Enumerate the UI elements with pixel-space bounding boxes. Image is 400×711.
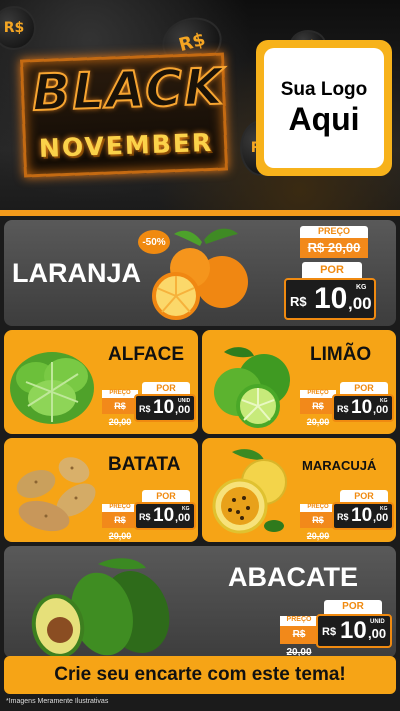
black-november-sign: BLACK NOVEMBER [20, 52, 228, 178]
price-integer: 10 [351, 397, 373, 418]
price-unit: UNID [370, 619, 385, 625]
currency: R$ [337, 404, 349, 414]
price-unit: UNID [178, 398, 191, 404]
avocado-image [31, 558, 170, 658]
coin-icon: R$ [0, 6, 36, 50]
product-name: BATATA [108, 454, 181, 475]
discount-badge: -50% [138, 230, 170, 254]
title-november: NOVEMBER [38, 127, 214, 163]
title-black: BLACK [30, 56, 226, 123]
logo-line1: Sua Logo [280, 79, 368, 100]
logo-placeholder[interactable]: Sua Logo Aqui [256, 40, 392, 176]
lime-image [214, 347, 290, 428]
old-price: R$ 20,00 [102, 398, 138, 427]
preco-label: PREÇO [280, 616, 318, 626]
old-price: R$ 20,00 [280, 626, 318, 658]
preco-label: PREÇO [300, 390, 336, 398]
coin-symbol: R$ [3, 20, 25, 36]
disclaimer: *Imagens Meramente Ilustrativas [6, 698, 109, 705]
preco-label: PREÇO [300, 226, 368, 238]
product-name: MARACUJÁ [302, 458, 377, 473]
price-integer: 10 [153, 505, 175, 526]
old-price: R$ 20,00 [300, 398, 336, 427]
old-price: R$ 20,00 [102, 512, 138, 541]
price-decimal: ,00 [175, 404, 191, 416]
preco-label: PREÇO [102, 390, 138, 398]
divider [0, 210, 400, 216]
currency: R$ [139, 404, 151, 414]
price-integer: 10 [153, 397, 175, 418]
price-integer: 10 [314, 282, 348, 315]
price-unit: KG [380, 398, 388, 404]
cta-banner[interactable]: Crie seu encarte com este tema! [4, 656, 396, 694]
product-name: LARANJA [12, 258, 142, 288]
price-decimal: ,00 [373, 512, 389, 524]
new-price: R$ 10 ,00 KG [134, 502, 196, 530]
por-label: POR [142, 382, 190, 394]
lettuce-image [10, 352, 94, 424]
product-name: LIMÃO [310, 344, 372, 365]
old-price: R$ 20,00 [300, 238, 368, 258]
passion-fruit-image [212, 449, 287, 534]
new-price: R$ 10 ,00 KG [284, 278, 376, 320]
por-label: POR [142, 490, 190, 502]
preco-label: PREÇO [102, 504, 138, 512]
coin-symbol: R$ [176, 28, 208, 56]
por-label: POR [324, 600, 382, 614]
currency: R$ [322, 626, 337, 638]
por-label: POR [340, 382, 388, 394]
price-decimal: ,00 [348, 294, 372, 313]
new-price: R$ 10 ,00 UNID [134, 394, 196, 422]
currency: R$ [290, 294, 307, 309]
potato-image [16, 457, 96, 532]
price-unit: KG [380, 506, 388, 512]
new-price: R$ 10 ,00 UNID [316, 614, 392, 648]
product-card-laranja[interactable]: LARANJA PREÇO R$ 20,00 POR R$ 10 ,00 KG [4, 220, 396, 326]
price-integer: 10 [351, 505, 373, 526]
por-label: POR [302, 262, 362, 278]
price-unit: KG [356, 284, 367, 291]
price-unit: KG [182, 506, 190, 512]
logo-line2: Aqui [288, 101, 360, 137]
product-name: ALFACE [108, 344, 184, 365]
product-card-abacate[interactable]: ABACATE PREÇO R$ 20,00 POR R$ 10 ,00 UNI… [4, 546, 396, 658]
price-decimal: ,00 [368, 626, 387, 641]
product-card-limao[interactable]: LIMÃO PREÇO R$ 20,00 POR R$ 10 ,00 KG [202, 330, 396, 434]
new-price: R$ 10 ,00 KG [332, 394, 394, 422]
product-name: ABACATE [228, 562, 358, 592]
product-card-maracuja[interactable]: MARACUJÁ PREÇO R$ 20,00 POR R$ 10 ,00 KG [202, 438, 396, 542]
por-label: POR [340, 490, 388, 502]
new-price: R$ 10 ,00 KG [332, 502, 394, 530]
price-decimal: ,00 [175, 512, 191, 524]
product-card-alface[interactable]: ALFACE PREÇO R$ 20,00 POR R$ 10 ,00 UNID [4, 330, 198, 434]
logo-inner: Sua Logo Aqui [264, 48, 384, 168]
header-banner: R$ R$ R$ R$ BLACK NOVEMBER Sua Logo Aqui [0, 0, 400, 215]
old-price: R$ 20,00 [300, 512, 336, 541]
product-card-batata[interactable]: BATATA PREÇO R$ 20,00 POR R$ 10 ,00 KG [4, 438, 198, 542]
preco-label: PREÇO [300, 504, 336, 512]
currency: R$ [337, 512, 349, 522]
currency: R$ [139, 512, 151, 522]
price-decimal: ,00 [373, 404, 389, 416]
price-integer: 10 [340, 617, 367, 644]
